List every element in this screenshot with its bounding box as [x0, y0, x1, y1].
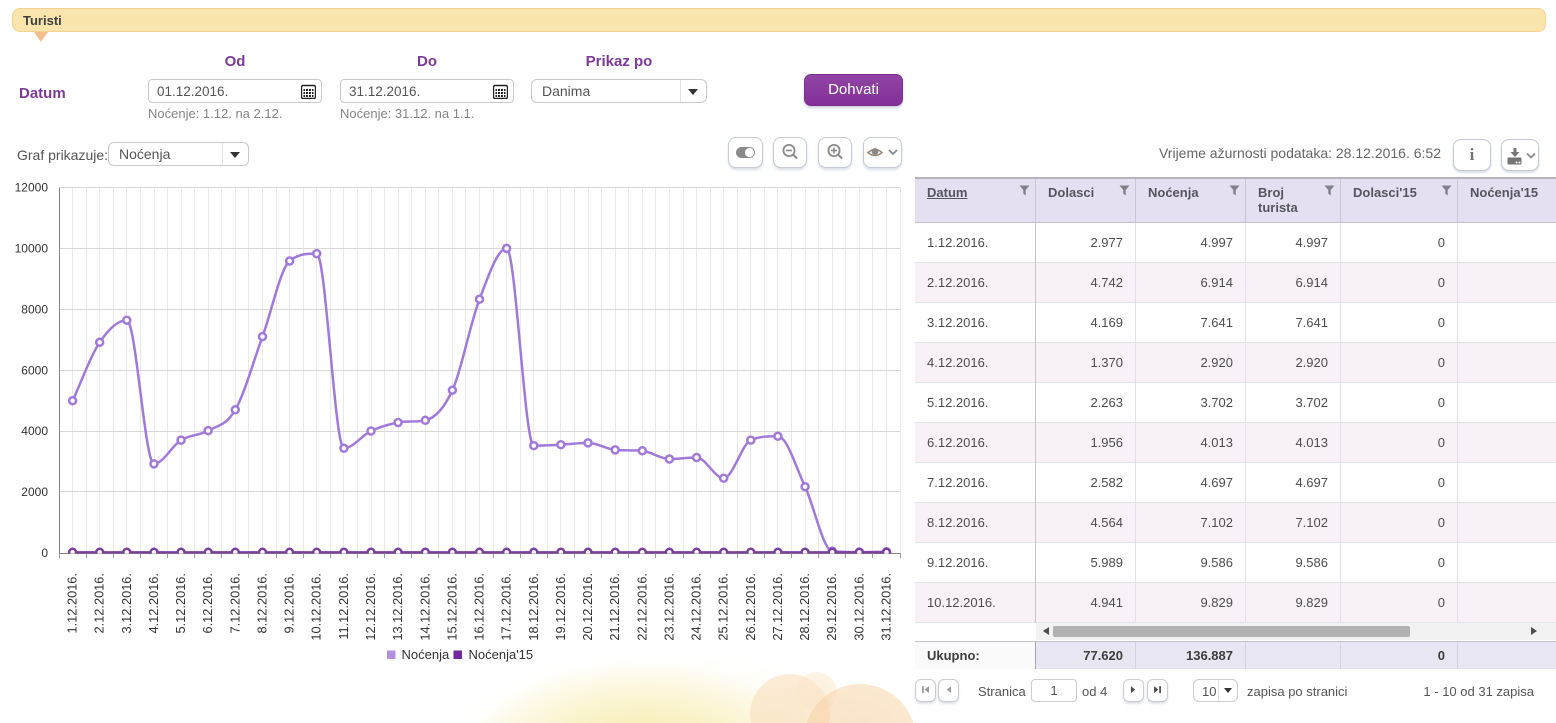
- svg-text:21.12.2016.: 21.12.2016.: [607, 573, 622, 641]
- svg-text:8.12.2016.: 8.12.2016.: [255, 573, 270, 634]
- svg-text:Noćenja: Noćenja: [402, 647, 450, 662]
- svg-text:1.12.2016.: 1.12.2016.: [65, 573, 80, 634]
- svg-text:3.12.2016.: 3.12.2016.: [119, 573, 134, 634]
- svg-text:2000: 2000: [21, 485, 48, 499]
- svg-text:27.12.2016.: 27.12.2016.: [770, 573, 785, 641]
- svg-text:Noćenja'15: Noćenja'15: [469, 647, 534, 662]
- svg-text:10000: 10000: [15, 242, 49, 256]
- svg-text:11.12.2016.: 11.12.2016.: [336, 573, 351, 640]
- svg-text:4.12.2016.: 4.12.2016.: [146, 573, 161, 634]
- svg-text:31.12.2016.: 31.12.2016.: [879, 573, 894, 641]
- svg-text:0: 0: [41, 546, 48, 560]
- svg-text:16.12.2016.: 16.12.2016.: [472, 573, 487, 641]
- svg-text:6.12.2016.: 6.12.2016.: [200, 573, 215, 634]
- svg-text:30.12.2016.: 30.12.2016.: [851, 573, 866, 641]
- svg-text:24.12.2016.: 24.12.2016.: [689, 573, 704, 641]
- svg-text:6000: 6000: [21, 363, 48, 377]
- svg-text:23.12.2016.: 23.12.2016.: [661, 573, 676, 641]
- svg-text:12000: 12000: [15, 181, 49, 195]
- svg-text:28.12.2016.: 28.12.2016.: [797, 573, 812, 641]
- svg-text:5.12.2016.: 5.12.2016.: [173, 573, 188, 634]
- svg-text:19.12.2016.: 19.12.2016.: [553, 573, 568, 641]
- svg-text:29.12.2016.: 29.12.2016.: [824, 573, 839, 641]
- svg-text:7.12.2016.: 7.12.2016.: [227, 573, 242, 634]
- svg-text:25.12.2016.: 25.12.2016.: [716, 573, 731, 641]
- svg-text:2.12.2016.: 2.12.2016.: [92, 573, 107, 634]
- svg-text:20.12.2016.: 20.12.2016.: [580, 573, 595, 641]
- svg-text:10.12.2016.: 10.12.2016.: [309, 573, 324, 641]
- svg-text:9.12.2016.: 9.12.2016.: [282, 573, 297, 634]
- svg-text:22.12.2016.: 22.12.2016.: [634, 573, 649, 641]
- svg-text:8000: 8000: [21, 302, 48, 316]
- svg-text:15.12.2016.: 15.12.2016.: [444, 573, 459, 641]
- svg-text:14.12.2016.: 14.12.2016.: [417, 573, 432, 641]
- svg-text:13.12.2016.: 13.12.2016.: [390, 573, 405, 641]
- svg-text:12.12.2016.: 12.12.2016.: [363, 573, 378, 641]
- svg-text:4000: 4000: [21, 424, 48, 438]
- svg-text:17.12.2016.: 17.12.2016.: [499, 573, 514, 641]
- svg-text:18.12.2016.: 18.12.2016.: [526, 573, 541, 641]
- svg-text:26.12.2016.: 26.12.2016.: [743, 573, 758, 641]
